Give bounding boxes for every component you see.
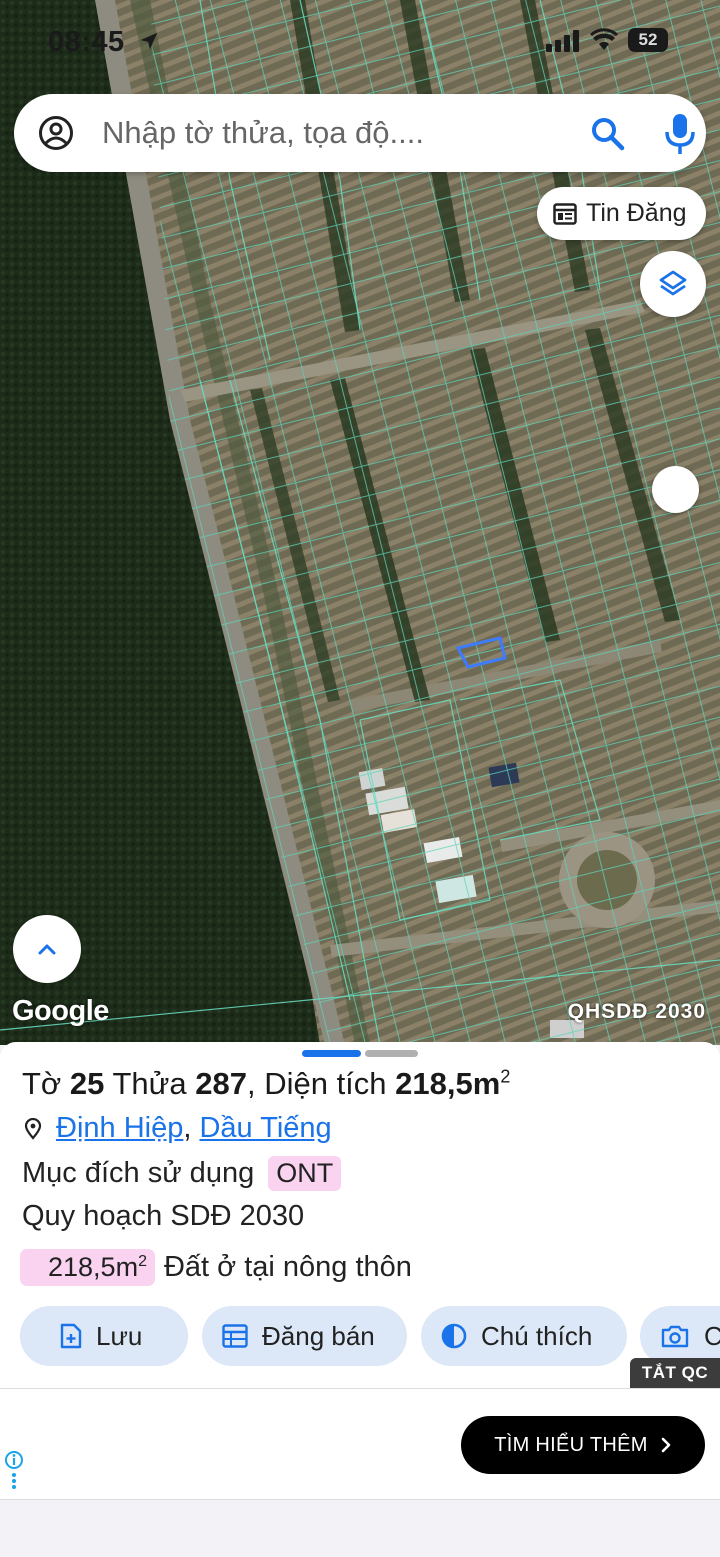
capture-button[interactable]: C [640, 1306, 720, 1366]
chevron-right-icon [661, 1437, 671, 1453]
chevron-up-icon [38, 944, 56, 955]
search-icon[interactable] [588, 114, 628, 154]
save-button[interactable]: Lưu [20, 1306, 188, 1366]
sheet-number: 25 [69, 1066, 105, 1101]
map-pin-icon [24, 1117, 42, 1140]
post-sale-button[interactable]: Đăng bán [202, 1306, 407, 1366]
bottom-safe-area [0, 1500, 720, 1557]
learn-more-button[interactable]: TÌM HIỂU THÊM [461, 1416, 705, 1474]
zone-description: Đất ở tại nông thôn [163, 1251, 412, 1283]
search-input[interactable] [102, 110, 572, 156]
location-arrow-icon [140, 32, 158, 50]
microphone-icon[interactable] [662, 112, 698, 156]
expand-button[interactable] [13, 915, 81, 983]
sheet-page-indicator-active[interactable] [302, 1050, 361, 1057]
close-ad-button[interactable]: TẮT QC [630, 1358, 720, 1388]
tin-dang-button[interactable]: Tin Đăng [537, 187, 706, 240]
search-bar[interactable] [14, 94, 706, 172]
account-icon[interactable] [38, 115, 74, 151]
district-link[interactable]: Dầu Tiếng [199, 1112, 331, 1145]
table-icon [222, 1324, 248, 1348]
layer-label: QHSDĐ 2030 [567, 1000, 706, 1023]
ward-link[interactable]: Định Hiệp [56, 1112, 183, 1145]
parcel-title: Tờ 25 Thửa 287, Diện tích 218,5m2 [22, 1066, 511, 1101]
land-use-code-badge: ONT [268, 1156, 342, 1191]
map-scroll-handle[interactable] [652, 466, 699, 513]
layers-icon [659, 270, 687, 296]
zone-row: 218,5m2 Đất ở tại nông thôn [20, 1249, 412, 1286]
parcel-number: 287 [195, 1066, 247, 1101]
parcel-info-sheet[interactable]: Tờ 25 Thửa 287, Diện tích 218,5m2 Định H… [0, 1042, 720, 1388]
cellular-signal-icon [546, 30, 579, 52]
land-use-row: Mục đích sử dụng ONT [22, 1156, 342, 1191]
plan-label: Quy hoạch SDĐ 2030 [22, 1200, 305, 1232]
listing-icon [553, 202, 577, 225]
layers-button[interactable] [640, 251, 706, 317]
status-bar: 08:45 52 [0, 24, 720, 60]
legend-button[interactable]: Chú thích [421, 1306, 627, 1366]
add-file-icon [60, 1323, 82, 1349]
ad-banner[interactable]: TÌM HIỂU THÊM [0, 1388, 720, 1500]
status-time: 08:45 [48, 26, 125, 58]
contrast-icon [441, 1323, 467, 1349]
battery-indicator: 52 [628, 28, 668, 52]
map-view[interactable]: 08:45 52 Nhập tờ thửa, tọa độ.... Tin Đă… [0, 0, 720, 1045]
zone-area-badge: 218,5m2 [20, 1249, 155, 1286]
tin-dang-label: Tin Đăng [586, 199, 687, 227]
parcel-area: 218,5m [395, 1066, 501, 1101]
add-photo-icon [661, 1325, 689, 1348]
land-use-label: Mục đích sử dụng [22, 1157, 255, 1189]
ad-info-icon[interactable] [4, 1451, 24, 1491]
wifi-icon [590, 28, 618, 50]
sheet-page-indicator-inactive[interactable] [365, 1050, 418, 1057]
google-attribution: Google [12, 995, 109, 1027]
action-row: Lưu Đăng bán Chú thích C [20, 1306, 720, 1366]
location-row: Định Hiệp, Dầu Tiếng [22, 1112, 332, 1145]
